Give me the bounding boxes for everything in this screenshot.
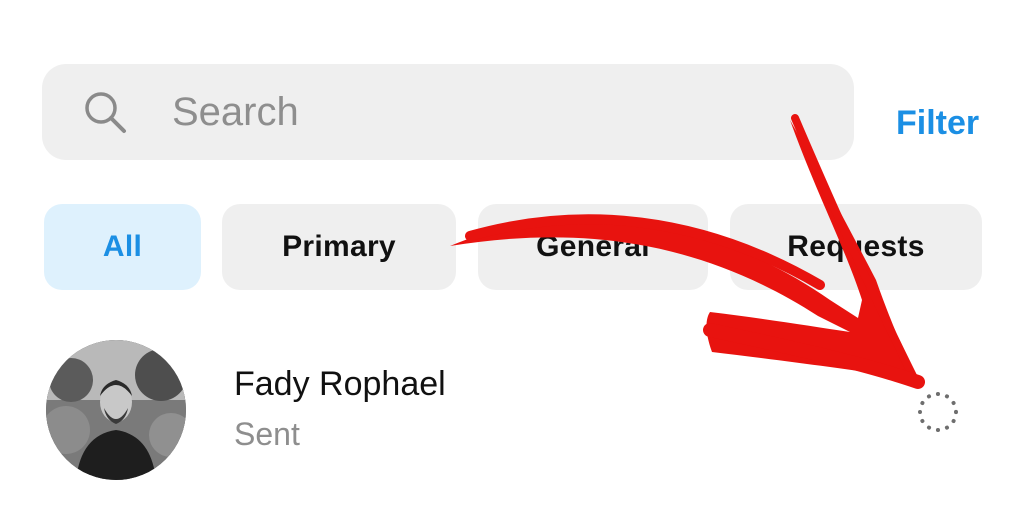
tab-all[interactable]: All xyxy=(44,204,201,290)
dotted-circle-icon xyxy=(918,392,958,432)
avatar[interactable] xyxy=(46,340,186,480)
conversation-status: Sent xyxy=(234,416,300,452)
tab-requests[interactable]: Requests xyxy=(730,204,982,290)
tab-general[interactable]: General xyxy=(478,204,708,290)
filter-button[interactable]: Filter xyxy=(896,102,979,144)
search-bar[interactable] xyxy=(42,64,854,160)
search-icon xyxy=(85,92,126,133)
tab-primary[interactable]: Primary xyxy=(222,204,456,290)
conversation-name[interactable]: Fady Rophael xyxy=(234,364,446,404)
search-input[interactable]: Search xyxy=(172,88,299,136)
avatar-photo xyxy=(46,340,186,480)
